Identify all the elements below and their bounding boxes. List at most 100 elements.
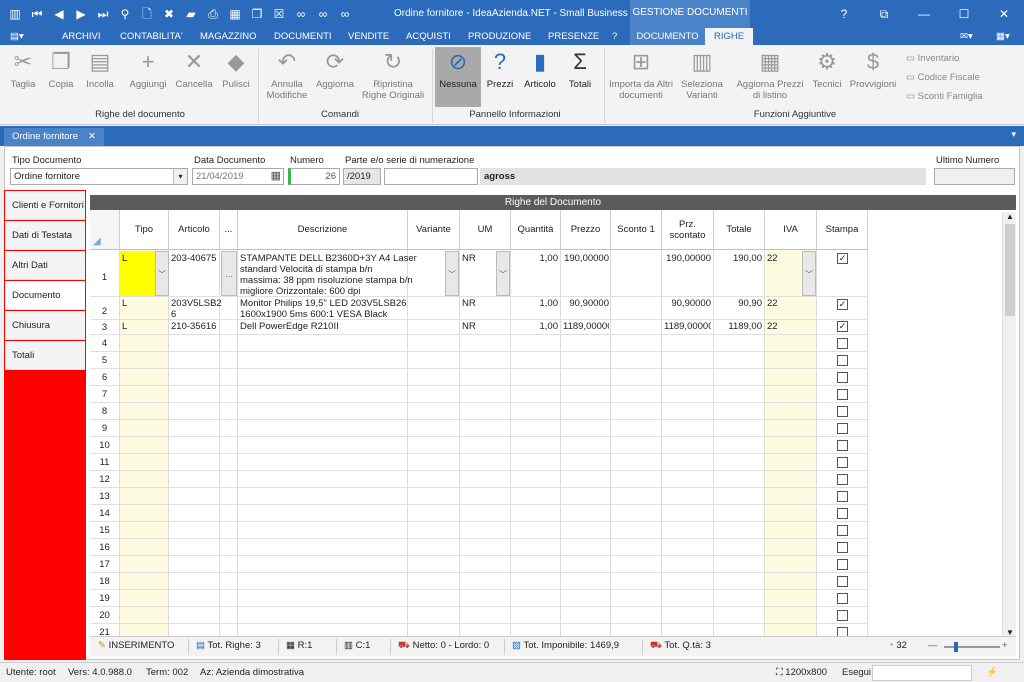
menu-vendite[interactable]: VENDITE	[348, 31, 389, 42]
col-tipo[interactable]: Tipo	[120, 210, 169, 250]
last-record-icon[interactable]: ⏭	[92, 4, 114, 24]
row-number[interactable]: 17	[90, 559, 119, 570]
col-prz-scontato[interactable]: Prz. scontato	[662, 210, 714, 250]
close-tab-icon[interactable]: ✕	[88, 128, 96, 146]
row-number[interactable]: 13	[90, 491, 119, 502]
copia-button[interactable]: ❐ Copia	[44, 49, 78, 90]
incolla-button[interactable]: ▤ Incolla	[82, 49, 118, 90]
serie-extra-field[interactable]	[384, 168, 478, 185]
aggiorna-button[interactable]: ⟳ Aggiorna	[314, 49, 356, 90]
cell-quantita[interactable]: 1,00	[513, 321, 559, 332]
row-number[interactable]: 5	[90, 355, 119, 366]
col-articolo[interactable]: Articolo	[169, 210, 220, 250]
col-lookup[interactable]: ...	[220, 210, 238, 250]
stampa-checkbox[interactable]	[837, 610, 848, 621]
stampa-checkbox[interactable]	[837, 338, 848, 349]
chevron-down-icon[interactable]: ▾	[173, 169, 187, 184]
data-documento-field[interactable]: 21/04/2019 ▦	[192, 168, 284, 185]
cell-quantita[interactable]: 1,00	[513, 253, 559, 264]
calendar-icon[interactable]: ▦	[271, 169, 281, 184]
nav-clienti-fornitori[interactable]: Clienti e Fornitori	[5, 191, 85, 220]
cell-prz-scontato[interactable]: 90,90000	[664, 298, 711, 309]
sconti-famiglia-button[interactable]: ▭ Sconti Famiglia	[906, 91, 983, 102]
tab-righe[interactable]: RIGHE	[705, 28, 753, 45]
cell-articolo[interactable]: 210-35616	[171, 321, 216, 332]
chevron-down-icon[interactable]: ﹀	[802, 251, 816, 296]
stampa-checkbox[interactable]	[837, 406, 848, 417]
folder-icon[interactable]: ▰	[180, 4, 202, 24]
stampa-checkbox[interactable]	[837, 372, 848, 383]
pulisci-button[interactable]: ◆ Pulisci	[218, 49, 254, 90]
cell-um[interactable]: NR	[462, 321, 476, 332]
stampa-checkbox[interactable]	[837, 355, 848, 366]
stampa-checkbox[interactable]	[837, 389, 848, 400]
search-icon[interactable]: ⚲	[114, 4, 136, 24]
new-doc-icon[interactable]: 🗋	[136, 4, 158, 24]
row-number[interactable]: 4	[90, 338, 119, 349]
chevron-down-icon[interactable]: ﹀	[496, 251, 510, 296]
scroll-thumb[interactable]	[1005, 224, 1015, 316]
col-quantita[interactable]: Quantità	[511, 210, 561, 250]
annulla-modifiche-button[interactable]: ↶ Annulla Modifiche	[262, 49, 312, 101]
print-icon[interactable]: ⎙	[202, 4, 224, 24]
row-number[interactable]: 14	[90, 508, 119, 519]
help-button[interactable]: ?	[824, 0, 864, 28]
calendar-icon[interactable]: ▦	[224, 4, 246, 24]
document-tab[interactable]: Ordine fornitore ✕	[4, 128, 104, 146]
stampa-checkbox[interactable]	[837, 457, 848, 468]
cell-quantita[interactable]: 1,00	[513, 298, 559, 309]
importa-button[interactable]: ⊞ Importa da Altri documenti	[608, 49, 674, 101]
seleziona-varianti-button[interactable]: ▥ Seleziona Varianti	[676, 49, 728, 101]
cell-descrizione[interactable]: Monitor Philips 19,5" LED 203V5LSB26 1600…	[240, 298, 407, 320]
row-number[interactable]: 7	[90, 389, 119, 400]
cancella-button[interactable]: ✕ Cancella	[174, 49, 214, 90]
cell-prezzo[interactable]: 90,90000	[563, 298, 609, 309]
col-totale[interactable]: Totale	[714, 210, 765, 250]
vertical-scrollbar[interactable]: ▲ ▼	[1002, 212, 1016, 638]
row-number[interactable]: 20	[90, 610, 119, 621]
cell-prezzo[interactable]: 190,00000	[563, 253, 609, 264]
close-button[interactable]: ✕	[984, 0, 1024, 28]
row-number[interactable]: 19	[90, 593, 119, 604]
stampa-checkbox[interactable]	[837, 525, 848, 536]
tecnici-button[interactable]: ⚙ Tecnici	[808, 49, 846, 90]
cell-iva[interactable]: 22	[767, 298, 778, 309]
mail-icon[interactable]: ✉▾	[960, 31, 973, 42]
cell-descrizione[interactable]: STAMPANTE DELL B2360D+3Y A4 Laser standar…	[240, 253, 417, 297]
cell-articolo[interactable]: 203V5LSB2 6	[171, 298, 222, 320]
taglia-button[interactable]: ✂ Taglia	[6, 49, 40, 90]
first-record-icon[interactable]: ⏮	[26, 4, 48, 24]
ripristina-button[interactable]: ↻ Ripristina Righe Originali	[360, 49, 426, 101]
prezzi-button[interactable]: ? Prezzi	[484, 49, 516, 90]
grid-corner[interactable]: ◢	[90, 210, 120, 250]
menu-acquisti[interactable]: ACQUISTI	[406, 31, 451, 42]
nav-chiusura[interactable]: Chiusura	[5, 311, 85, 340]
zoom-out-button[interactable]: —	[928, 640, 938, 651]
totali-button[interactable]: Σ Totali	[564, 49, 596, 90]
binoculars-icon[interactable]: ∞	[290, 4, 312, 24]
cell-totale[interactable]: 1189,00	[716, 321, 762, 332]
col-descrizione[interactable]: Descrizione	[238, 210, 408, 250]
chevron-down-icon[interactable]: ﹀	[155, 251, 169, 296]
cell-totale[interactable]: 190,00	[716, 253, 762, 264]
excel-icon[interactable]: ☒	[268, 4, 290, 24]
col-prezzo[interactable]: Prezzo	[561, 210, 611, 250]
row-number[interactable]: 8	[90, 406, 119, 417]
menu-presenze[interactable]: PRESENZE	[548, 31, 599, 42]
col-um[interactable]: UM	[460, 210, 511, 250]
binoculars-prev-icon[interactable]: ∞	[334, 4, 356, 24]
lightning-icon[interactable]: ⚡	[986, 667, 998, 678]
zoom-thumb[interactable]	[954, 642, 958, 652]
cell-tipo[interactable]: L	[122, 298, 127, 309]
menu-documenti[interactable]: DOCUMENTI	[274, 31, 332, 42]
app-menu-icon[interactable]: ▤▾	[10, 31, 24, 42]
nessuna-button[interactable]: ⊘ Nessuna	[436, 49, 480, 90]
app-icon[interactable]: ▥	[4, 4, 26, 24]
layout-icon[interactable]: ▦▾	[996, 31, 1010, 42]
maximize-button[interactable]: ☐	[944, 0, 984, 28]
row-number[interactable]: 11	[90, 457, 119, 468]
col-variante[interactable]: Variante	[408, 210, 460, 250]
cell-prz-scontato[interactable]: 1189,00000	[664, 321, 711, 332]
row-number[interactable]: 16	[90, 542, 119, 553]
scroll-up-icon[interactable]: ▲	[1004, 212, 1016, 222]
